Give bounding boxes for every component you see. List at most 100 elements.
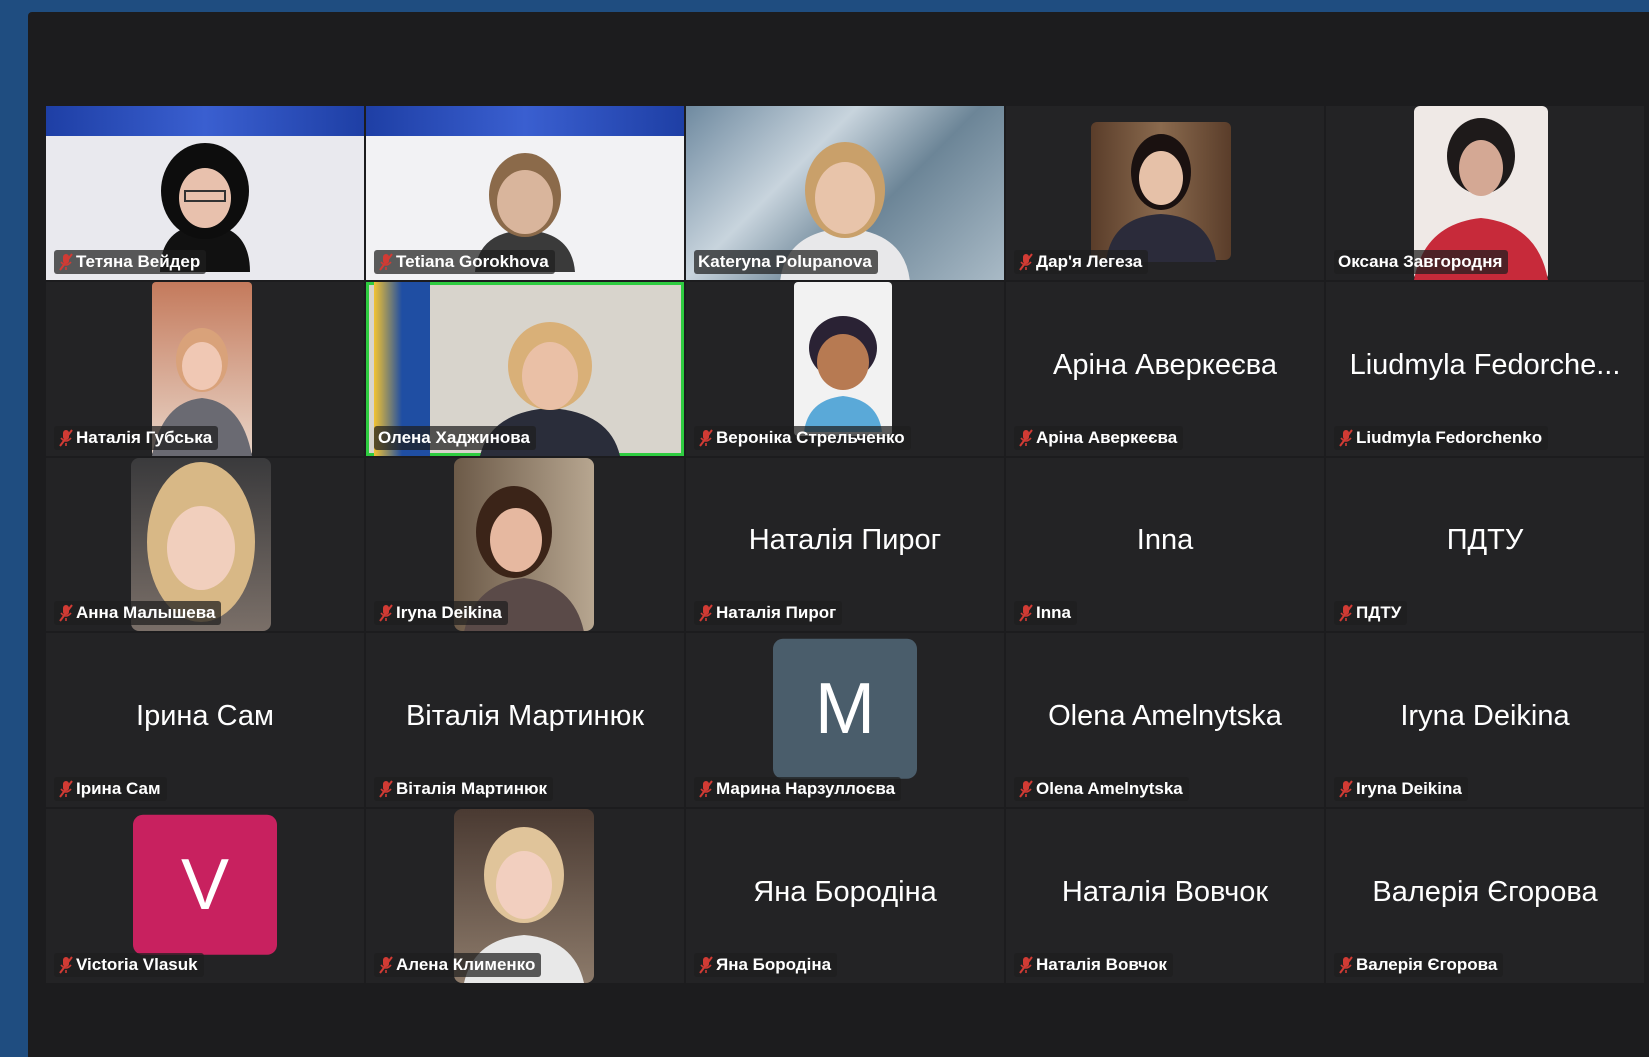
participant-name: Тетяна Вейдер	[76, 251, 201, 271]
muted-mic-icon	[379, 956, 393, 974]
name-label: Марина Нарзуллоєва	[694, 777, 902, 802]
participant-name: Вероніка Стрельченко	[716, 427, 905, 447]
muted-mic-icon	[59, 253, 73, 271]
name-label: Тетяна Вейдер	[54, 249, 207, 274]
participant-tile[interactable]: Kateryna Polupanova	[686, 106, 1004, 280]
participant-name: Liudmyla Fedorchenko	[1356, 427, 1543, 447]
participant-video	[794, 281, 892, 436]
participant-display-name: Віталія Мартинюк	[405, 700, 645, 733]
participant-tile[interactable]: Тетяна Вейдер	[46, 106, 364, 280]
name-label: Віталія Мартинюк	[374, 777, 553, 802]
name-label: ПДТУ	[1334, 601, 1408, 626]
participant-tile-active-speaker[interactable]: Олена Хаджинова	[366, 281, 684, 456]
avatar: V	[133, 814, 277, 955]
participant-tile[interactable]: Валерія Єгорова Валерія Єгорова	[1326, 809, 1644, 983]
participant-name: Аріна Аверкеєва	[1036, 427, 1178, 447]
name-label: Tetiana Gorokhova	[374, 249, 555, 274]
participant-display-name: ПДТУ	[1446, 524, 1524, 557]
participant-name: Яна Бородіна	[716, 955, 832, 974]
name-label: Алена Клименко	[374, 953, 542, 977]
participant-tile[interactable]: Наталія Губська	[46, 281, 364, 456]
muted-mic-icon	[59, 956, 73, 974]
participant-display-name: Яна Бородіна	[753, 876, 937, 909]
participant-name: Оксана Завгородня	[1338, 251, 1503, 271]
participant-name: Валерія Єгорова	[1356, 955, 1498, 974]
muted-mic-icon	[1019, 428, 1033, 447]
participant-name: Olena Amelnytska	[1036, 779, 1183, 799]
muted-mic-icon	[59, 604, 73, 622]
participant-tile[interactable]: Tetiana Gorokhova	[366, 106, 684, 280]
participant-tile[interactable]: Liudmyla Fedorche... Liudmyla Fedorchenk…	[1326, 281, 1644, 456]
participant-tile[interactable]: Дар'я Легеза	[1006, 106, 1324, 280]
participant-tile[interactable]: Віталія Мартинюк Віталія Мартинюк	[366, 633, 684, 808]
participant-tile[interactable]: Inna Inna	[1006, 457, 1324, 632]
participant-tile[interactable]: Наталія Вовчок Наталія Вовчок	[1006, 809, 1324, 983]
participant-name: Kateryna Polupanova	[698, 251, 872, 271]
participant-tile[interactable]: Ірина Сам Ірина Сам	[46, 633, 364, 808]
name-label: Вероніка Стрельченко	[694, 425, 911, 450]
participant-video	[1091, 122, 1231, 262]
participant-name: Iryna Deikina	[396, 603, 502, 623]
participant-tile[interactable]: Яна Бородіна Яна Бородіна	[686, 809, 1004, 983]
muted-mic-icon	[379, 604, 393, 622]
participant-tile[interactable]: Наталія Пирог Наталія Пирог	[686, 457, 1004, 632]
muted-mic-icon	[1339, 956, 1353, 974]
participant-tile[interactable]: M Марина Нарзуллоєва	[686, 633, 1004, 808]
participant-display-name: Наталія Пирог	[748, 524, 942, 557]
participant-name: Алена Клименко	[396, 955, 536, 974]
participant-name: Victoria Vlasuk	[76, 955, 198, 974]
participant-name: Наталія Пирог	[716, 603, 837, 623]
gallery-grid: Тетяна Вейдер Tetiana Gorokhova Kateryna…	[46, 106, 1644, 983]
name-label: Анна Малышева	[54, 601, 222, 626]
participant-name: Inna	[1036, 603, 1071, 623]
participant-tile[interactable]: Olena Amelnytska Olena Amelnytska	[1006, 633, 1324, 808]
participant-tile[interactable]: Оксана Завгородня	[1326, 106, 1644, 280]
muted-mic-icon	[1019, 956, 1033, 974]
participant-name: Iryna Deikina	[1356, 779, 1462, 799]
participant-tile[interactable]: Iryna Deikina Iryna Deikina	[1326, 633, 1644, 808]
name-label: Олена Хаджинова	[374, 425, 536, 450]
muted-mic-icon	[379, 780, 393, 798]
name-label: Яна Бородіна	[694, 953, 838, 977]
muted-mic-icon	[379, 253, 393, 271]
participant-tile[interactable]: V Victoria Vlasuk	[46, 809, 364, 983]
participant-display-name: Liudmyla Fedorche...	[1349, 348, 1621, 381]
participant-display-name: Inna	[1136, 524, 1194, 557]
name-label: Оксана Завгородня	[1334, 249, 1509, 274]
participant-tile[interactable]: Алена Клименко	[366, 809, 684, 983]
participant-display-name: Наталія Вовчок	[1061, 876, 1269, 909]
muted-mic-icon	[699, 780, 713, 798]
muted-mic-icon	[699, 956, 713, 974]
name-label: Наталія Пирог	[694, 601, 843, 626]
muted-mic-icon	[1019, 780, 1033, 798]
participant-display-name: Ірина Сам	[136, 700, 274, 733]
participant-display-name: Валерія Єгорова	[1372, 876, 1598, 909]
participant-display-name: Iryna Deikina	[1400, 700, 1570, 733]
participant-name: Ірина Сам	[76, 779, 161, 799]
name-label: Ірина Сам	[54, 777, 167, 802]
name-label: Olena Amelnytska	[1014, 777, 1189, 802]
participant-name: Анна Малышева	[76, 603, 216, 623]
participant-name: Наталія Вовчок	[1036, 955, 1167, 974]
muted-mic-icon	[1339, 780, 1353, 798]
muted-mic-icon	[699, 604, 713, 622]
participant-display-name: Olena Amelnytska	[1048, 700, 1282, 733]
participant-name: ПДТУ	[1356, 603, 1402, 623]
participant-name: Наталія Губська	[76, 427, 213, 447]
name-label: Kateryna Polupanova	[694, 249, 878, 274]
participant-tile[interactable]: Iryna Deikina	[366, 457, 684, 632]
presentation-banner	[366, 106, 684, 136]
participant-tile[interactable]: Аріна Аверкеєва Аріна Аверкеєва	[1006, 281, 1324, 456]
name-label: Дар'я Легеза	[1014, 249, 1149, 274]
participant-tile[interactable]: Анна Малышева	[46, 457, 364, 632]
participant-tile[interactable]: ПДТУ ПДТУ	[1326, 457, 1644, 632]
participant-name: Олена Хаджинова	[378, 427, 530, 447]
name-label: Liudmyla Fedorchenko	[1334, 425, 1549, 450]
participant-name: Марина Нарзуллоєва	[716, 779, 896, 799]
participant-name: Tetiana Gorokhova	[396, 251, 549, 271]
participant-tile[interactable]: Вероніка Стрельченко	[686, 281, 1004, 456]
name-label: Наталія Губська	[54, 425, 219, 450]
name-label: Валерія Єгорова	[1334, 953, 1504, 977]
muted-mic-icon	[59, 428, 73, 447]
name-label: Аріна Аверкеєва	[1014, 425, 1184, 450]
